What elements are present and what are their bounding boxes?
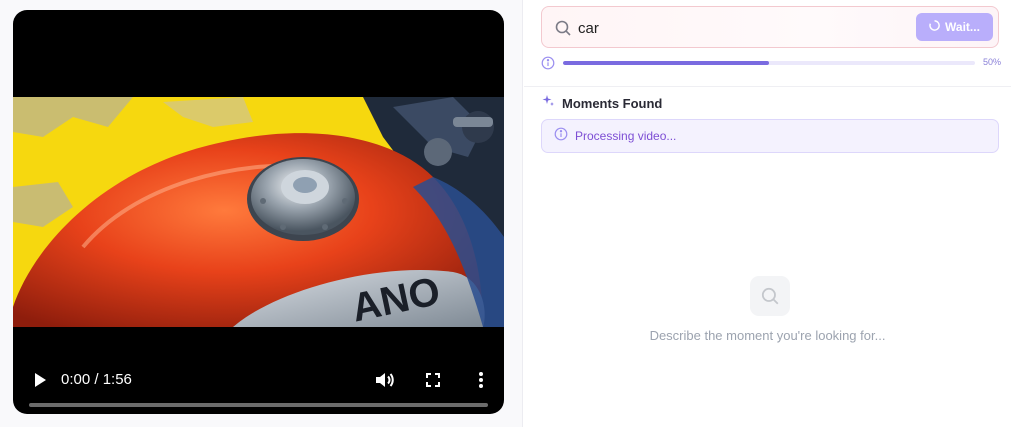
info-icon xyxy=(541,56,555,70)
moments-header: Moments Found xyxy=(541,94,663,113)
empty-state-text: Describe the moment you're looking for..… xyxy=(649,328,886,343)
more-vertical-icon[interactable] xyxy=(469,368,493,392)
volume-icon[interactable] xyxy=(372,368,396,392)
search-button-label: Wait... xyxy=(945,20,980,34)
player-controls: 0:00 / 1:56 xyxy=(13,342,504,414)
spinner-icon xyxy=(929,20,940,34)
search-icon xyxy=(554,19,572,37)
progress-percent: 50% xyxy=(982,57,1001,67)
divider xyxy=(524,86,1011,87)
video-thumbnail: ANO xyxy=(13,97,504,327)
info-icon xyxy=(554,127,568,146)
search-button[interactable]: Wait... xyxy=(916,13,993,41)
search-bar: Wait... xyxy=(541,6,999,48)
moments-title: Moments Found xyxy=(562,95,663,111)
seek-bar[interactable] xyxy=(29,403,488,407)
play-icon[interactable] xyxy=(27,368,51,392)
progress-fill xyxy=(563,61,769,65)
video-frame[interactable]: ANO xyxy=(13,97,504,327)
moments-pane: Wait... 50% Moments Found Process xyxy=(524,0,1011,427)
video-pane: ANO 0:00 / 1:56 xyxy=(0,0,523,427)
time-display: 0:00 / 1:56 xyxy=(61,371,132,388)
processing-progress: 50% xyxy=(541,55,1001,71)
processing-status: Processing video... xyxy=(541,119,999,153)
progress-track xyxy=(563,61,975,65)
video-player[interactable]: ANO 0:00 / 1:56 xyxy=(13,10,504,414)
fullscreen-icon[interactable] xyxy=(421,368,445,392)
search-input[interactable] xyxy=(578,16,878,40)
empty-state-search-icon xyxy=(750,276,790,316)
status-text: Processing video... xyxy=(575,129,677,143)
sparkle-icon xyxy=(541,94,555,113)
